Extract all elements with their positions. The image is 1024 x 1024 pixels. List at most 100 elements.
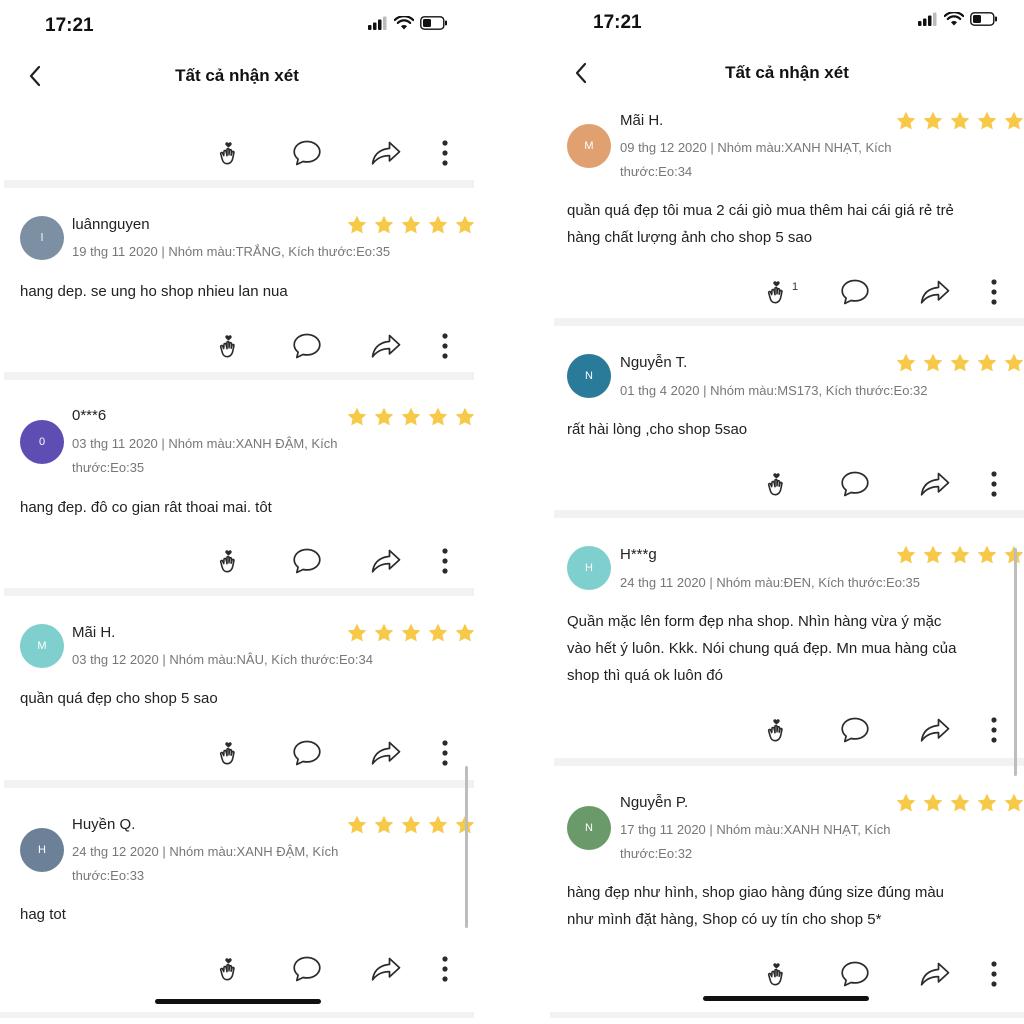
star-icon xyxy=(373,814,395,841)
heart-hand-icon[interactable] xyxy=(214,736,248,770)
share-arrow-icon[interactable] xyxy=(369,329,403,363)
star-icon xyxy=(400,214,422,241)
home-indicator[interactable] xyxy=(703,996,869,1001)
star-icon xyxy=(400,814,422,841)
reviewer-name: 0***6 xyxy=(72,407,107,424)
scrollbar[interactable] xyxy=(465,766,468,928)
scrollbar[interactable] xyxy=(1014,548,1017,776)
more-vertical-icon[interactable] xyxy=(977,957,1011,991)
share-arrow-icon[interactable] xyxy=(918,713,952,747)
star-icon xyxy=(949,792,971,819)
share-arrow-icon[interactable] xyxy=(369,136,403,170)
comment-bubble-icon[interactable] xyxy=(290,329,324,363)
comment-bubble-icon[interactable] xyxy=(838,713,872,747)
heart-hand-icon[interactable] xyxy=(762,275,796,309)
more-vertical-icon[interactable] xyxy=(428,952,462,986)
avatar-initial: 0 xyxy=(38,436,46,448)
star-icon xyxy=(373,622,395,649)
star-icon xyxy=(1003,110,1024,137)
star-icon xyxy=(895,110,917,137)
comment-bubble-icon[interactable] xyxy=(290,544,324,578)
comment-bubble-icon[interactable] xyxy=(290,952,324,986)
bottom-strip xyxy=(550,1012,1024,1018)
star-icon xyxy=(976,792,998,819)
review-meta: 24 thg 12 2020 | Nhóm màu:XANH ĐẬM, Kích xyxy=(72,844,339,859)
more-vertical-icon[interactable] xyxy=(977,713,1011,747)
star-rating xyxy=(895,352,1024,379)
comment-bubble-icon[interactable] xyxy=(290,136,324,170)
more-vertical-icon[interactable] xyxy=(428,736,462,770)
divider xyxy=(4,780,474,788)
heart-hand-icon[interactable] xyxy=(214,952,248,986)
divider xyxy=(554,510,1024,518)
more-vertical-icon[interactable] xyxy=(428,329,462,363)
heart-hand-icon[interactable] xyxy=(214,544,248,578)
star-icon xyxy=(346,406,368,433)
review-text: hang đep. đô co gian rât thoai mai. tôt xyxy=(20,499,272,516)
comment-bubble-icon[interactable] xyxy=(290,736,324,770)
star-icon xyxy=(949,352,971,379)
avatar: M xyxy=(567,124,611,168)
avatar: H xyxy=(567,546,611,590)
review-meta: 19 thg 11 2020 | Nhóm màu:TRẮNG, Kích th… xyxy=(72,244,391,259)
star-icon xyxy=(976,110,998,137)
review-actions xyxy=(550,713,1024,747)
comment-bubble-icon[interactable] xyxy=(838,467,872,501)
star-icon xyxy=(427,214,449,241)
star-icon xyxy=(976,352,998,379)
heart-hand-icon[interactable] xyxy=(762,957,796,991)
share-arrow-icon[interactable] xyxy=(918,957,952,991)
star-icon xyxy=(1003,792,1024,819)
nav-bar: Tất cả nhận xét xyxy=(0,56,474,96)
more-vertical-icon[interactable] xyxy=(977,275,1011,309)
review-text: như mình đặt hàng, Shop có uy tín cho sh… xyxy=(567,911,882,928)
wifi-icon xyxy=(943,11,965,31)
review-text: hàng chất lượng ảnh cho shop 5 sao xyxy=(567,229,813,246)
more-vertical-icon[interactable] xyxy=(428,136,462,170)
avatar-initial: l xyxy=(40,232,44,244)
review-meta: thước:Eo:35 xyxy=(72,460,145,475)
review-actions xyxy=(550,467,1024,501)
comment-bubble-icon[interactable] xyxy=(838,275,872,309)
divider xyxy=(554,318,1024,326)
heart-hand-icon[interactable] xyxy=(762,713,796,747)
share-arrow-icon[interactable] xyxy=(918,467,952,501)
divider xyxy=(4,372,474,380)
avatar: H xyxy=(20,828,64,872)
review-meta: 24 thg 11 2020 | Nhóm màu:ĐEN, Kích thướ… xyxy=(620,575,921,590)
heart-hand-icon[interactable] xyxy=(214,136,248,170)
star-rating xyxy=(895,544,1024,571)
avatar: l xyxy=(20,216,64,260)
star-icon xyxy=(427,622,449,649)
star-icon xyxy=(454,814,474,841)
comment-bubble-icon[interactable] xyxy=(838,957,872,991)
reviewer-name: Huyền Q. xyxy=(72,816,136,833)
review-meta: 17 thg 11 2020 | Nhóm màu:XANH NHẠT, Kíc… xyxy=(620,822,891,837)
signal-icon xyxy=(918,12,938,31)
status-bar: 17:21 xyxy=(0,2,474,50)
star-icon xyxy=(454,622,474,649)
status-bar: 17:21 xyxy=(550,0,1024,48)
more-vertical-icon[interactable] xyxy=(428,544,462,578)
share-arrow-icon[interactable] xyxy=(918,275,952,309)
share-arrow-icon[interactable] xyxy=(369,736,403,770)
star-icon xyxy=(895,792,917,819)
review-actions xyxy=(0,736,474,770)
page-title: Tất cả nhận xét xyxy=(725,63,849,82)
review-text: hang dep. se ung ho shop nhieu lan nua xyxy=(20,283,288,300)
star-icon xyxy=(922,110,944,137)
review-meta: 03 thg 12 2020 | Nhóm màu:NÂU, Kích thướ… xyxy=(72,652,373,667)
more-vertical-icon[interactable] xyxy=(977,467,1011,501)
battery-icon xyxy=(420,16,448,35)
divider xyxy=(4,180,474,188)
home-indicator[interactable] xyxy=(155,999,321,1004)
share-arrow-icon[interactable] xyxy=(369,952,403,986)
review-actions xyxy=(0,329,474,363)
avatar-initial: N xyxy=(585,822,593,834)
star-icon xyxy=(1003,352,1024,379)
share-arrow-icon[interactable] xyxy=(369,544,403,578)
reviewer-name: luânnguyen xyxy=(72,216,150,233)
heart-hand-icon[interactable] xyxy=(214,329,248,363)
star-icon xyxy=(949,544,971,571)
heart-hand-icon[interactable] xyxy=(762,467,796,501)
